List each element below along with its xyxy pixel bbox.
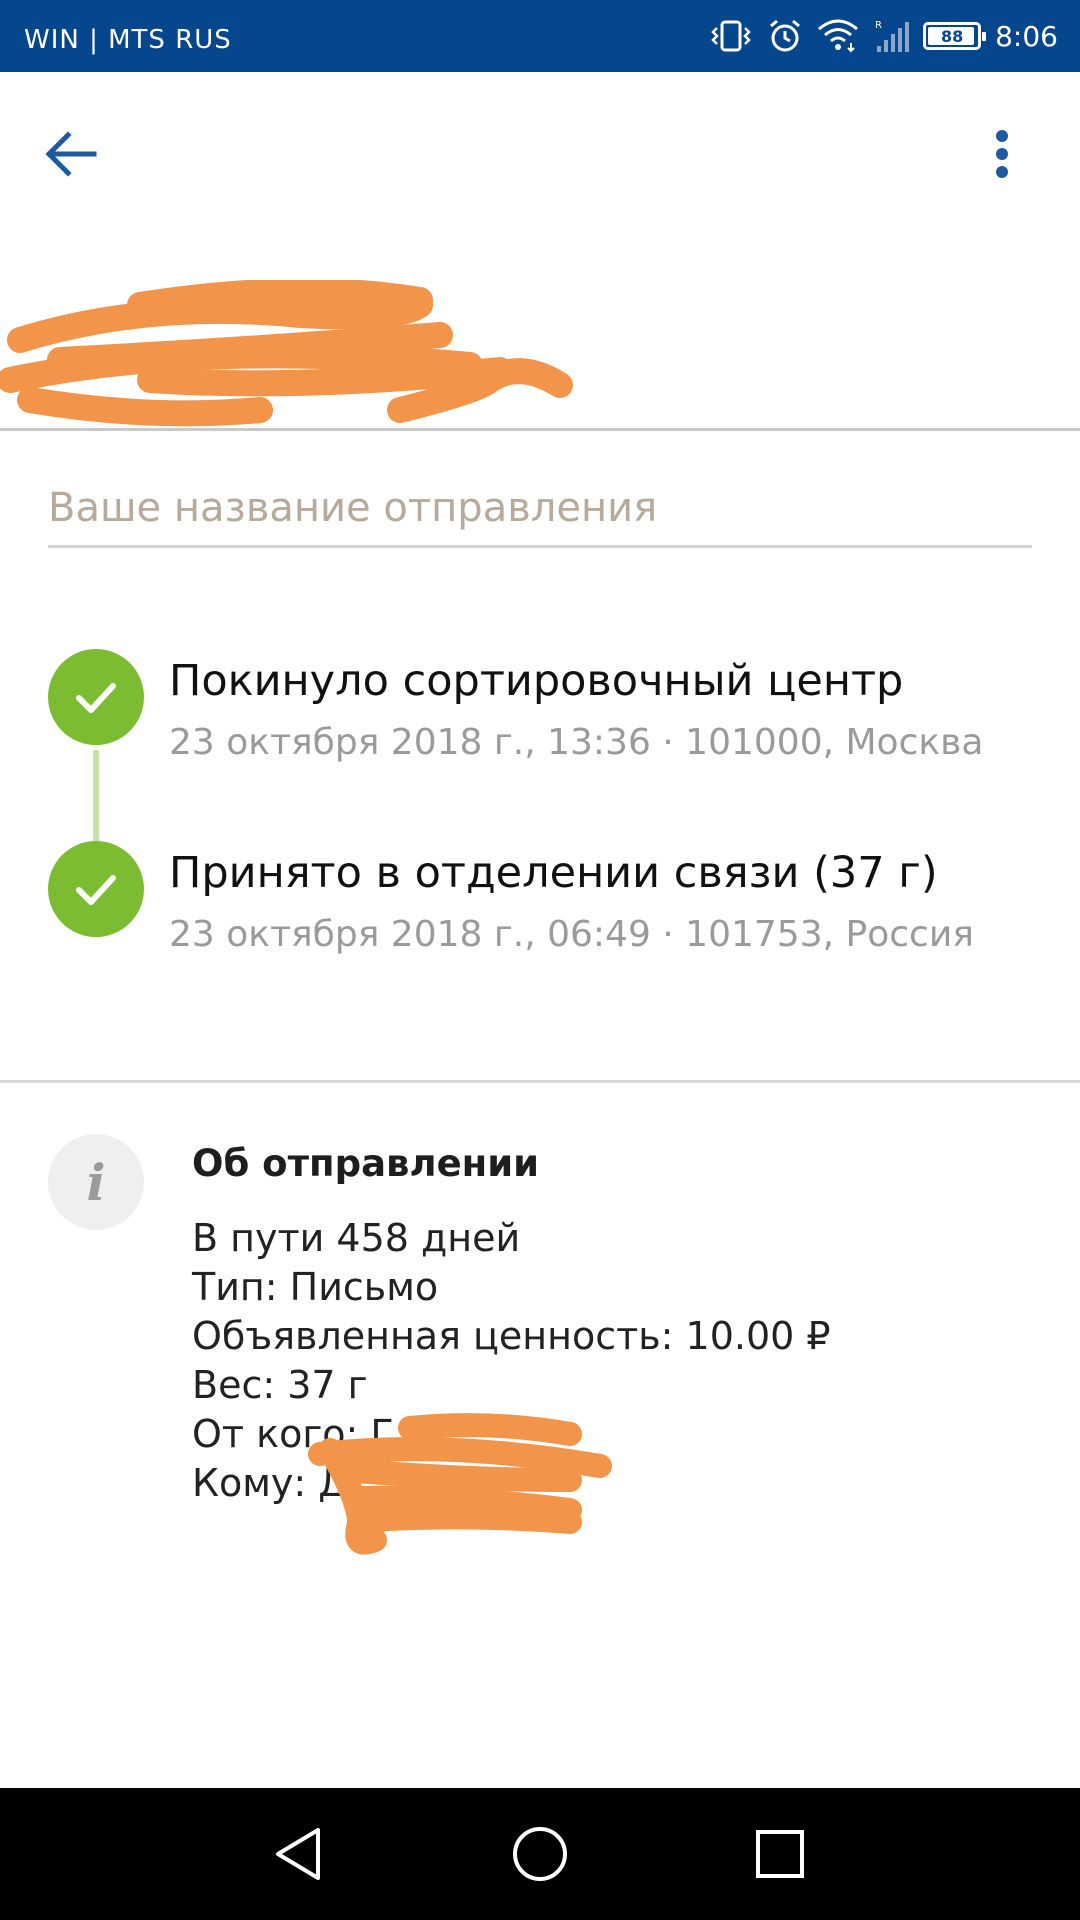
info-line-weight: Вес: 37 г: [192, 1363, 368, 1407]
home-circle-icon: [513, 1827, 567, 1881]
system-nav-bar: [0, 1788, 1080, 1920]
redaction-scribble: [308, 1413, 612, 1555]
redaction-scribble: [0, 280, 573, 427]
info-line-value: Объявленная ценность: 10.00 ₽: [192, 1314, 831, 1358]
alarm-icon: [767, 18, 803, 54]
check-icon: [48, 649, 144, 745]
back-triangle-icon: [276, 1828, 320, 1880]
info-heading: Об отправлении: [192, 1142, 540, 1185]
nav-recents-button[interactable]: [748, 1822, 812, 1886]
app-bar: [0, 72, 1080, 240]
more-vertical-icon: [996, 130, 1008, 178]
shipment-name-input[interactable]: [48, 470, 1032, 548]
check-icon: [48, 841, 144, 937]
event-meta: 23 октября 2018 г., 13:36 · 101000, Моск…: [169, 722, 984, 763]
vibrate-icon: [709, 19, 753, 53]
status-bar: WIN | MTS RUS R 88 8:06: [0, 0, 1080, 72]
status-clock: 8:06: [995, 19, 1058, 53]
info-icon: i: [48, 1134, 144, 1230]
battery-icon: 88: [923, 22, 987, 50]
info-line-type: Тип: Письмо: [192, 1265, 439, 1309]
roaming-signal-icon: R: [873, 18, 910, 54]
svg-text:R: R: [875, 20, 882, 31]
section-divider: [0, 1080, 1080, 1083]
timeline-event: Принято в отделении связи (37 г) 23 октя…: [48, 832, 1058, 972]
recents-square-icon: [756, 1830, 804, 1878]
carrier-label: WIN | MTS RUS: [24, 25, 232, 55]
event-title: Принято в отделении связи (37 г): [169, 848, 938, 898]
arrow-left-icon: [45, 131, 97, 177]
info-line-transit: В пути 458 дней: [192, 1216, 521, 1260]
shipment-title-area: [0, 240, 1080, 430]
nav-home-button[interactable]: [508, 1822, 572, 1886]
timeline-event: Покинуло сортировочный центр 23 октября …: [48, 640, 1058, 780]
back-button[interactable]: [40, 122, 104, 186]
header-divider: [0, 428, 1080, 431]
event-title: Покинуло сортировочный центр: [169, 656, 904, 706]
event-meta: 23 октября 2018 г., 06:49 · 101753, Росс…: [169, 914, 974, 955]
wifi-icon: [817, 19, 859, 53]
nav-back-button[interactable]: [268, 1822, 332, 1886]
more-options-button[interactable]: [978, 122, 1026, 186]
battery-level: 88: [940, 26, 964, 46]
status-icons: R 88 8:06: [709, 0, 1058, 72]
